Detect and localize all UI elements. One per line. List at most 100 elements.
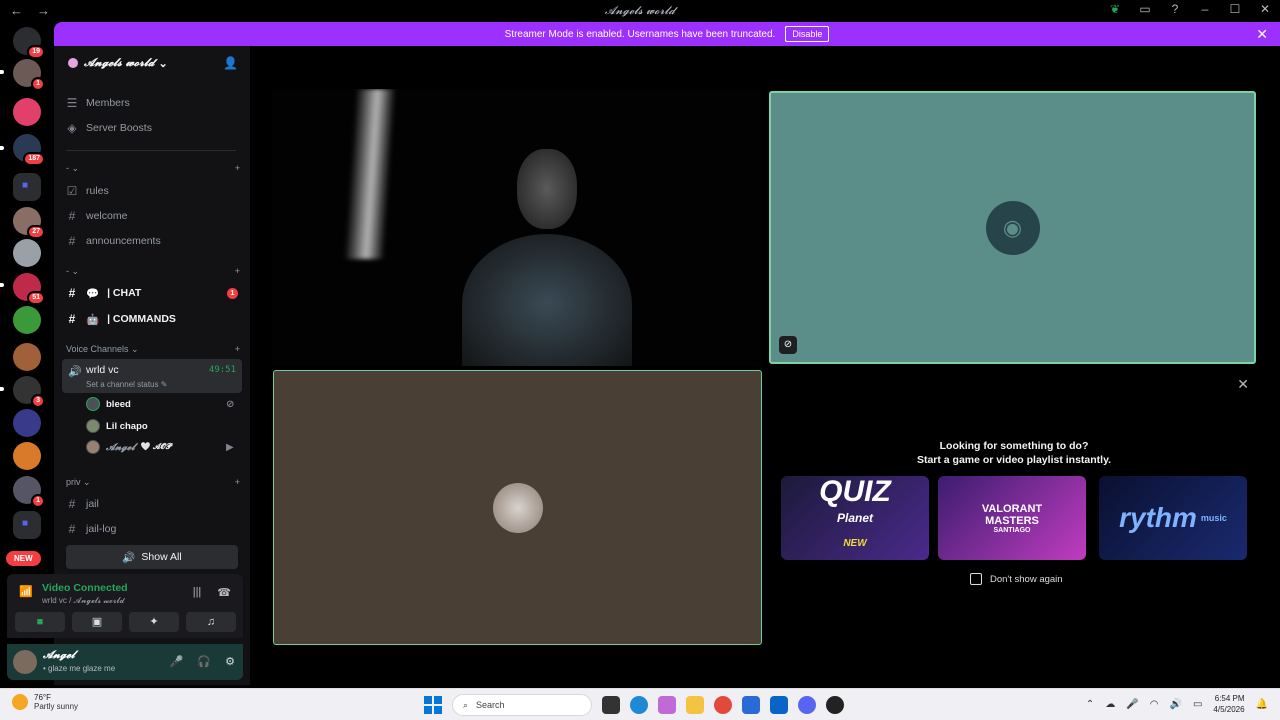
server-icon[interactable]: 51 bbox=[13, 273, 45, 305]
server-icon[interactable] bbox=[13, 239, 41, 267]
battery-icon[interactable]: ▭ bbox=[1193, 699, 1202, 710]
microphone-icon[interactable]: 🎤 bbox=[170, 655, 184, 668]
disconnect-icon[interactable]: ☎ bbox=[217, 586, 231, 599]
server-icon[interactable] bbox=[13, 98, 41, 126]
close-icon[interactable]: ✕ bbox=[1237, 376, 1249, 393]
folder-icon[interactable]: ■ bbox=[13, 511, 41, 539]
sidebar-item-label: Server Boosts bbox=[86, 122, 152, 134]
clock[interactable]: 6:54 PM 4/5/2026 bbox=[1213, 693, 1244, 715]
voice-member[interactable]: Lil chapo bbox=[86, 419, 148, 433]
maximize-icon[interactable]: ☐ bbox=[1228, 2, 1242, 16]
windows-start-icon[interactable] bbox=[424, 696, 442, 714]
dont-show-again-checkbox[interactable]: Don't show again bbox=[970, 573, 1063, 585]
signal-icon[interactable]: 📶 bbox=[19, 585, 33, 598]
add-channel-icon[interactable]: + bbox=[235, 163, 240, 174]
notification-icon[interactable]: 🔔 bbox=[1256, 699, 1268, 710]
weather-widget[interactable]: 76°F Partly sunny bbox=[12, 693, 78, 711]
hashtag-icon: # bbox=[68, 286, 76, 300]
category-header[interactable]: - ⌄ + bbox=[66, 266, 240, 277]
server-icon[interactable]: 27 bbox=[13, 207, 45, 239]
channel-jail-log[interactable]: # jail-log bbox=[66, 522, 117, 536]
noise-suppression-icon[interactable]: ||| bbox=[193, 586, 202, 599]
app-icon[interactable] bbox=[826, 696, 844, 714]
store-icon[interactable] bbox=[742, 696, 760, 714]
help-icon[interactable]: ? bbox=[1168, 2, 1182, 16]
gear-icon[interactable]: ⚙ bbox=[225, 655, 235, 668]
disable-button[interactable]: Disable bbox=[785, 26, 830, 42]
server-icon[interactable] bbox=[13, 306, 41, 334]
connection-channel[interactable]: wrld vc / 𝓐𝓷𝓰𝓮𝓵𝓼 𝔀𝓸𝓻𝓵𝓭 bbox=[42, 596, 124, 606]
category-priv[interactable]: priv ⌄ + bbox=[66, 477, 240, 488]
divider bbox=[66, 150, 236, 151]
camera-button[interactable]: ■ bbox=[15, 612, 65, 632]
avatar[interactable] bbox=[13, 650, 37, 674]
set-channel-status[interactable]: Set a channel status ✎ bbox=[86, 380, 167, 389]
checkbox-icon[interactable] bbox=[970, 573, 982, 585]
participant-tile-brown[interactable] bbox=[273, 370, 762, 645]
activities-button[interactable]: ✦ bbox=[129, 612, 179, 632]
voice-member[interactable]: bleed ⊘ bbox=[86, 397, 234, 411]
edge-icon[interactable] bbox=[630, 696, 648, 714]
server-icon[interactable]: 1 bbox=[13, 59, 45, 91]
chrome-icon[interactable] bbox=[714, 696, 732, 714]
participant-tile-teal[interactable]: ◉ ⊘ bbox=[769, 91, 1256, 364]
mention-badge: 19 bbox=[27, 45, 45, 59]
channel-commands[interactable]: # 🤖 | COMMANDS bbox=[66, 312, 176, 326]
activity-card-valorant[interactable]: VALORANT MASTERS SANTIAGO bbox=[938, 476, 1086, 560]
minimize-icon[interactable]: – bbox=[1198, 2, 1212, 16]
channel-rules[interactable]: ☑ rules bbox=[66, 184, 109, 198]
screen-share-button[interactable]: ▣ bbox=[72, 612, 122, 632]
voice-member[interactable]: 𝓐𝓷𝓰𝓮𝓵 🤍 𝓐𝓞𝓟 ▶ bbox=[86, 440, 234, 454]
headphones-icon[interactable]: 🎧 bbox=[197, 655, 211, 668]
activity-card-quiz-planet[interactable]: QUIZ Planet NEW bbox=[781, 476, 929, 560]
folder-icon[interactable]: ■ bbox=[13, 173, 41, 201]
add-member-icon[interactable]: 👤 bbox=[223, 56, 238, 70]
show-all-button[interactable]: 🔊 Show All bbox=[66, 545, 238, 569]
taskbar-search[interactable]: ⌕ Search bbox=[452, 694, 592, 716]
wifi-icon[interactable]: ◠ bbox=[1150, 699, 1159, 710]
sidebar-item-boosts[interactable]: ◈ Server Boosts bbox=[66, 121, 152, 135]
channel-chat[interactable]: # 💬 | CHAT bbox=[66, 286, 142, 300]
unread-pip bbox=[0, 146, 4, 150]
channel-welcome[interactable]: # welcome bbox=[66, 209, 128, 223]
task-view-icon[interactable] bbox=[602, 696, 620, 714]
add-channel-icon[interactable]: + bbox=[235, 344, 240, 355]
leaf-icon[interactable]: ❦ bbox=[1108, 2, 1122, 16]
server-icon[interactable] bbox=[13, 409, 41, 437]
onedrive-icon[interactable]: ☁ bbox=[1105, 699, 1115, 710]
channel-jail[interactable]: # jail bbox=[66, 497, 99, 511]
outlook-icon[interactable] bbox=[770, 696, 788, 714]
voice-channel-wrld-vc[interactable]: 🔊 wrld vc 49:51 Set a channel status ✎ bbox=[62, 359, 242, 393]
connection-status[interactable]: Video Connected bbox=[42, 582, 128, 594]
discord-icon[interactable] bbox=[798, 696, 816, 714]
guild-name: 𝓐𝓷𝓰𝓮𝓵𝓼 𝔀𝓸𝓻𝓵𝓭 bbox=[84, 56, 155, 69]
volume-icon[interactable]: 🔊 bbox=[1170, 699, 1182, 710]
stream-muted-icon[interactable]: ⊘ bbox=[779, 336, 797, 354]
microphone-icon[interactable]: 🎤 bbox=[1126, 699, 1138, 710]
server-folder[interactable]: 187 bbox=[13, 134, 45, 166]
file-explorer-icon[interactable] bbox=[686, 696, 704, 714]
server-icon[interactable] bbox=[13, 343, 41, 371]
window-title: 𝓐𝓷𝓰𝓮𝓵𝓼 𝔀𝓸𝓻𝓵𝓭 bbox=[604, 3, 676, 17]
category-voice-channels[interactable]: Voice Channels ⌄ + bbox=[66, 344, 240, 355]
guild-header[interactable]: 𝓐𝓷𝓰𝓮𝓵𝓼 𝔀𝓸𝓻𝓵𝓭 ⌄ 👤 bbox=[54, 46, 250, 80]
server-icon[interactable] bbox=[13, 442, 41, 470]
home-button[interactable]: 19 bbox=[13, 27, 45, 59]
inbox-icon[interactable]: ▭ bbox=[1138, 2, 1152, 16]
add-channel-icon[interactable]: + bbox=[235, 477, 240, 488]
close-icon[interactable]: ✕ bbox=[1256, 26, 1268, 43]
chevron-up-icon[interactable]: ⌃ bbox=[1086, 699, 1094, 710]
close-window-icon[interactable]: ✕ bbox=[1258, 2, 1272, 16]
copilot-icon[interactable] bbox=[658, 696, 676, 714]
username[interactable]: 𝓐𝓷𝓰𝓮𝓵 bbox=[43, 649, 75, 662]
camera-tile[interactable] bbox=[272, 89, 762, 366]
soundboard-button[interactable]: ♫ bbox=[186, 612, 236, 632]
server-icon[interactable]: 3 bbox=[13, 376, 45, 408]
sidebar-item-members[interactable]: ☰ Members bbox=[66, 96, 130, 110]
category-header[interactable]: - ⌄ + bbox=[66, 163, 240, 174]
new-pill[interactable]: NEW bbox=[6, 551, 41, 566]
server-icon[interactable]: 1 bbox=[13, 476, 45, 508]
activity-card-rythm[interactable]: rythm music bbox=[1099, 476, 1247, 560]
add-channel-icon[interactable]: + bbox=[235, 266, 240, 277]
channel-announcements[interactable]: # announcements bbox=[66, 234, 161, 248]
